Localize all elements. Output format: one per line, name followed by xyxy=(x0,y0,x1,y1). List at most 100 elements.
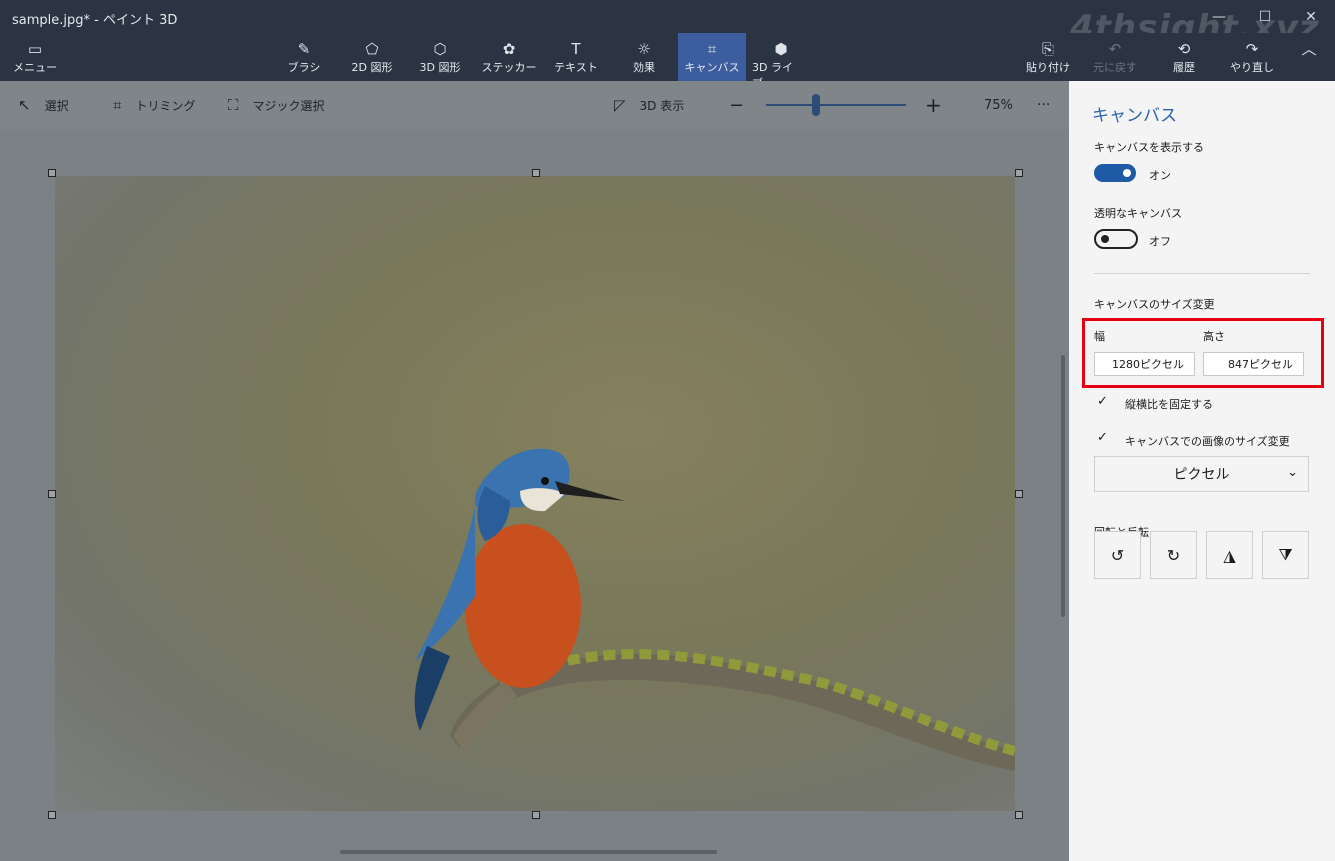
text-icon: T xyxy=(571,40,581,58)
more-options-button[interactable]: ··· xyxy=(1037,81,1050,129)
3d-library-icon: ⬢ xyxy=(774,40,788,58)
resize-handle-right[interactable] xyxy=(1015,490,1023,498)
tool-label: テキスト xyxy=(554,61,598,74)
folder-icon: ▭ xyxy=(27,40,43,58)
zoom-slider-track[interactable] xyxy=(766,104,906,106)
canvas-toolbar: ↖ 選択 ⌗ トリミング ⛶ マジック選択 ◸ 3D 表示 − + 75% ··… xyxy=(0,81,1069,129)
resize-handle-top-left[interactable] xyxy=(48,169,56,177)
unit-selected: ピクセル xyxy=(1173,467,1230,483)
flip-vertical-button[interactable]: ⧩ xyxy=(1262,531,1309,579)
select-label: 選択 xyxy=(44,98,69,113)
view-3d-label: 3D 表示 xyxy=(639,98,685,113)
flip-horizontal-icon: ◮ xyxy=(1223,545,1236,565)
height-input[interactable]: 847ピクセル xyxy=(1203,352,1304,376)
tool-label: キャンバス xyxy=(684,61,740,74)
tool-label: 効果 xyxy=(633,61,655,74)
3d-shapes-icon: ⬡ xyxy=(433,40,447,58)
divider xyxy=(1094,273,1310,274)
canvas-icon: ⌗ xyxy=(707,40,717,58)
tool-2d-shapes[interactable]: ⬠ 2D 図形 xyxy=(345,33,399,81)
rotate-right-icon: ↻ xyxy=(1166,545,1181,565)
redo-button[interactable]: ↷ やり直し xyxy=(1228,33,1276,81)
clipboard-icon: ⎘ xyxy=(1041,40,1054,58)
sun-icon: ☼ xyxy=(637,40,651,58)
zoom-in-button[interactable]: + xyxy=(925,81,942,129)
history-label: 履歴 xyxy=(1173,61,1195,74)
flip-horizontal-button[interactable]: ◮ xyxy=(1206,531,1253,579)
resize-image-label: キャンバスでの画像のサイズ変更 xyxy=(1125,435,1290,448)
select-tool[interactable]: ↖ 選択 xyxy=(18,81,69,129)
width-input[interactable]: 1280ピクセル xyxy=(1094,352,1195,376)
toggle-knob xyxy=(1101,235,1109,243)
panel-title: キャンバス xyxy=(1092,106,1177,126)
brush-icon: ✎ xyxy=(297,40,311,58)
tool-label: ブラシ xyxy=(287,61,321,74)
kingfisher-photo xyxy=(414,448,1017,771)
resize-handle-top-right[interactable] xyxy=(1015,169,1023,177)
show-canvas-toggle[interactable] xyxy=(1094,164,1136,182)
resize-handle-left[interactable] xyxy=(48,490,56,498)
flip-vertical-icon: ⧩ xyxy=(1278,545,1293,564)
cursor-icon: ↖ xyxy=(18,96,31,114)
rotate-left-icon: ↺ xyxy=(1110,545,1125,565)
menu-label: メニュー xyxy=(13,61,57,74)
2d-shapes-icon: ⬠ xyxy=(365,40,379,58)
tool-effects[interactable]: ☼ 効果 xyxy=(622,33,666,81)
tool-stickers[interactable]: ✿ ステッカー xyxy=(480,33,538,81)
tool-label: ステッカー xyxy=(481,61,537,74)
undo-button[interactable]: ↶ 元に戻す xyxy=(1090,33,1140,81)
3d-view-icon: ◸ xyxy=(614,96,626,114)
horizontal-scrollbar[interactable] xyxy=(340,850,717,854)
paste-button[interactable]: ⎘ 貼り付け xyxy=(1024,33,1072,81)
crop-icon: ⌗ xyxy=(113,96,122,114)
unit-dropdown[interactable]: ピクセル ⌄ xyxy=(1094,456,1309,492)
zoom-out-button[interactable]: − xyxy=(729,81,744,129)
tool-label: 3D 図形 xyxy=(419,61,461,74)
paste-label: 貼り付け xyxy=(1026,61,1070,74)
toggle-knob xyxy=(1123,169,1131,177)
rotate-right-button[interactable]: ↻ xyxy=(1150,531,1197,579)
transparent-canvas-toggle[interactable] xyxy=(1094,229,1138,249)
resize-handle-bottom-right[interactable] xyxy=(1015,811,1023,819)
redo-label: やり直し xyxy=(1230,61,1274,74)
window-title: sample.jpg* - ペイント 3D xyxy=(12,13,178,28)
crop-tool[interactable]: ⌗ トリミング xyxy=(113,81,195,129)
tool-3d-shapes[interactable]: ⬡ 3D 図形 xyxy=(413,33,467,81)
magic-select-icon: ⛶ xyxy=(228,96,239,114)
ribbon: ▭ メニュー ✎ ブラシ ⬠ 2D 図形 ⬡ 3D 図形 ✿ ステッカー T テ… xyxy=(0,33,1335,90)
redo-icon: ↷ xyxy=(1245,40,1259,58)
tool-label: 2D 図形 xyxy=(351,61,393,74)
tool-brush[interactable]: ✎ ブラシ xyxy=(283,33,325,81)
show-canvas-label: キャンバスを表示する xyxy=(1094,141,1204,154)
transparent-canvas-state: オフ xyxy=(1149,235,1171,248)
resize-handle-top[interactable] xyxy=(532,169,540,177)
canvas-image[interactable] xyxy=(55,176,1017,811)
magic-select-label: マジック選択 xyxy=(252,98,325,113)
history-button[interactable]: ⟲ 履歴 xyxy=(1160,33,1208,81)
resize-canvas-heading: キャンバスのサイズ変更 xyxy=(1094,298,1215,311)
crop-label: トリミング xyxy=(135,98,196,113)
resize-handle-bottom-left[interactable] xyxy=(48,811,56,819)
menu-button[interactable]: ▭ メニュー xyxy=(10,33,60,81)
lock-aspect-label: 縦横比を固定する xyxy=(1125,398,1213,411)
vertical-scrollbar[interactable] xyxy=(1061,355,1065,617)
transparent-canvas-label: 透明なキャンバス xyxy=(1094,207,1182,220)
tool-3d-library[interactable]: ⬢ 3D ライブ... xyxy=(752,33,810,90)
rotate-left-button[interactable]: ↺ xyxy=(1094,531,1141,579)
view-3d-button[interactable]: ◸ 3D 表示 xyxy=(614,81,684,129)
undo-label: 元に戻す xyxy=(1093,61,1137,74)
tool-canvas[interactable]: ⌗ キャンバス xyxy=(678,33,746,81)
tool-text[interactable]: T テキスト xyxy=(553,33,599,81)
show-canvas-state: オン xyxy=(1149,169,1171,182)
resize-handle-bottom[interactable] xyxy=(532,811,540,819)
resize-image-checkbox[interactable]: ✓ xyxy=(1097,430,1113,446)
history-icon: ⟲ xyxy=(1177,40,1191,58)
chevron-down-icon: ⌄ xyxy=(1287,465,1298,480)
collapse-ribbon-button[interactable]: ︿ xyxy=(1294,33,1324,81)
sticker-icon: ✿ xyxy=(502,40,516,58)
zoom-slider-thumb[interactable] xyxy=(812,94,821,116)
zoom-value: 75% xyxy=(984,97,1013,113)
lock-aspect-checkbox[interactable]: ✓ xyxy=(1097,394,1113,410)
chevron-up-icon: ︿ xyxy=(1301,40,1317,58)
magic-select-tool[interactable]: ⛶ マジック選択 xyxy=(228,81,325,129)
